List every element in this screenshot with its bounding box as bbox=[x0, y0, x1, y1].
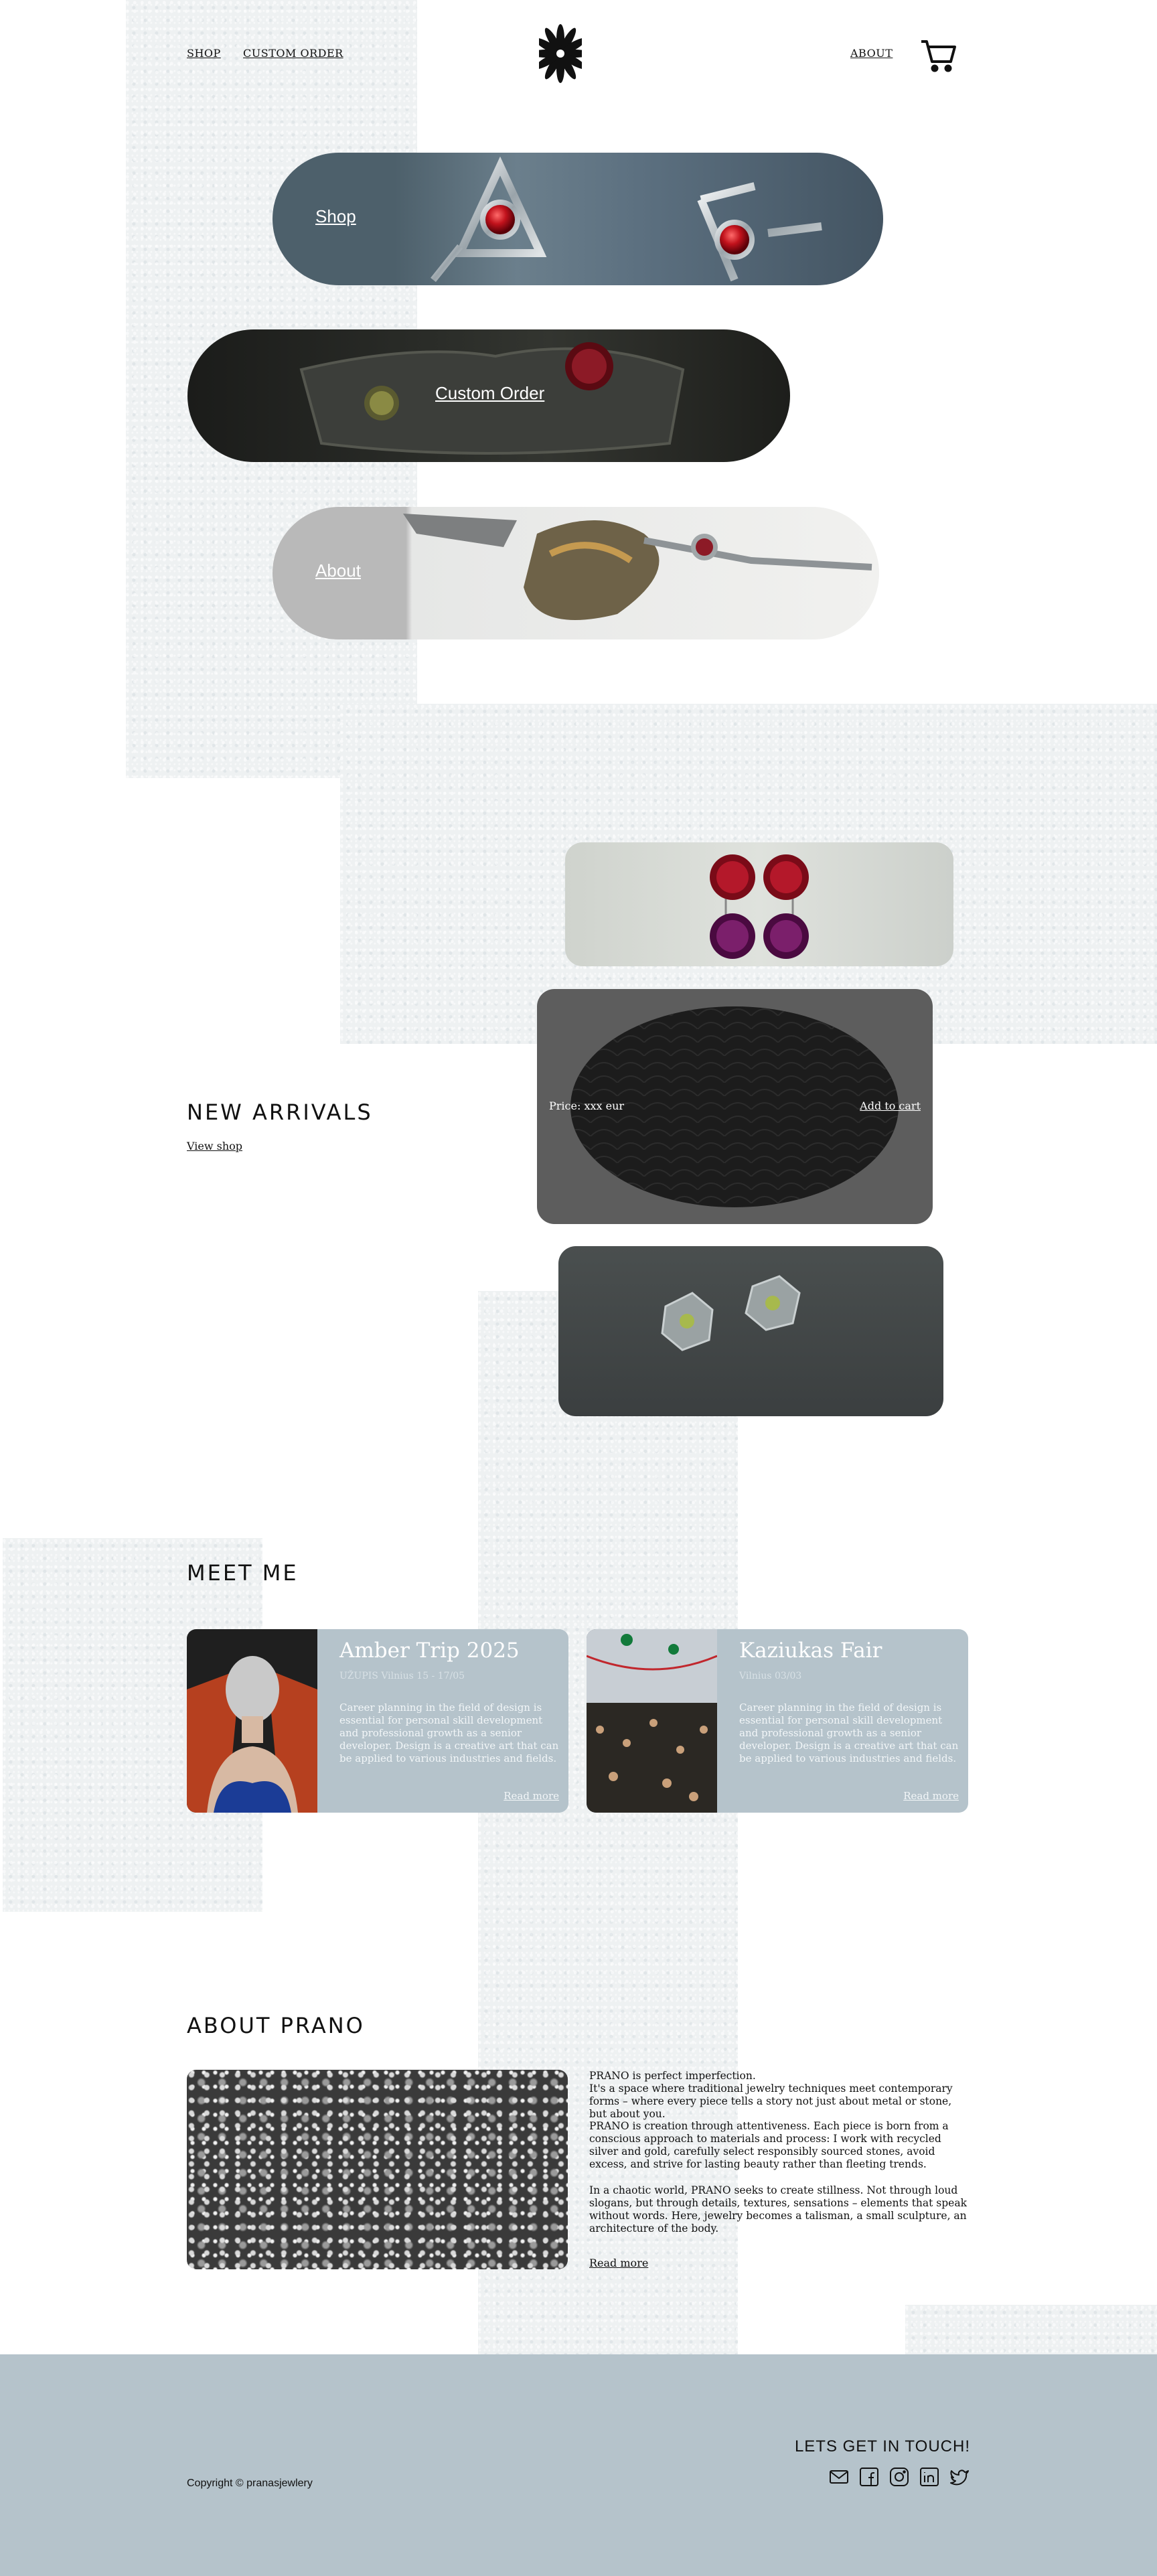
contact-heading: LETS GET IN TOUCH! bbox=[794, 2437, 970, 2455]
twitter-icon[interactable] bbox=[949, 2467, 970, 2487]
product-price: Price: xxx eur bbox=[549, 1100, 625, 1112]
about-read-more[interactable]: Read more bbox=[589, 2257, 648, 2269]
event-image bbox=[587, 1629, 718, 1813]
hero-shop-pill[interactable]: Shop bbox=[273, 153, 883, 285]
earring-image bbox=[431, 156, 822, 283]
linkedin-icon[interactable] bbox=[919, 2467, 939, 2487]
cart-icon[interactable] bbox=[920, 39, 957, 72]
event-read-more[interactable]: Read more bbox=[504, 1790, 559, 1802]
event-subtitle: Vilnius 03/03 bbox=[739, 1671, 802, 1681]
event-card-kaziukas-fair[interactable]: Kaziukas Fair Vilnius 03/03 Career plann… bbox=[587, 1629, 968, 1813]
hero-about-pill[interactable]: About bbox=[273, 507, 879, 639]
about-paragraph-1b: It's a space where traditional jewelry t… bbox=[589, 2082, 953, 2120]
event-title: Kaziukas Fair bbox=[739, 1639, 882, 1663]
nav-custom-order[interactable]: CUSTOM ORDER bbox=[243, 47, 343, 60]
add-to-cart-link[interactable]: Add to cart bbox=[860, 1100, 921, 1112]
facebook-icon[interactable] bbox=[859, 2467, 879, 2487]
about-paragraph-3: In a chaotic world, PRANO seeks to creat… bbox=[589, 2184, 967, 2234]
nav-about[interactable]: ABOUT bbox=[850, 47, 893, 60]
product-card-earrings-red[interactable] bbox=[565, 842, 953, 966]
event-subtitle: UŽUPIS Vilnius 15 - 17/05 bbox=[339, 1671, 465, 1681]
hero-shop-label[interactable]: Shop bbox=[315, 206, 356, 227]
brooch-image bbox=[403, 514, 872, 620]
meet-me-title: MEET ME bbox=[187, 1560, 299, 1586]
about-title: ABOUT PRANO bbox=[187, 2013, 365, 2038]
about-image bbox=[187, 2070, 568, 2269]
product-image bbox=[661, 1275, 801, 1351]
view-shop-link[interactable]: View shop bbox=[187, 1140, 242, 1152]
bg-texture-5 bbox=[905, 2305, 1157, 2354]
product-card-star-earrings[interactable] bbox=[558, 1246, 943, 1416]
instagram-icon[interactable] bbox=[889, 2467, 909, 2487]
event-image bbox=[187, 1629, 317, 1813]
event-card-amber-trip[interactable]: Amber Trip 2025 UŽUPIS Vilnius 15 - 17/0… bbox=[187, 1629, 568, 1813]
nav-shop[interactable]: SHOP bbox=[187, 47, 221, 60]
hero-custom-order-label[interactable]: Custom Order bbox=[435, 383, 544, 404]
event-read-more[interactable]: Read more bbox=[903, 1790, 959, 1802]
copyright: Copyright © pranasjewlery bbox=[187, 2478, 313, 2489]
event-title: Amber Trip 2025 bbox=[339, 1639, 520, 1663]
hero-custom-order-pill[interactable]: Custom Order bbox=[187, 329, 790, 462]
footer bbox=[0, 2354, 1157, 2576]
new-arrivals-title: NEW ARRIVALS bbox=[187, 1100, 373, 1125]
about-paragraph-1a: PRANO is perfect imperfection. bbox=[589, 2070, 756, 2082]
product-image bbox=[710, 854, 809, 959]
mail-icon[interactable] bbox=[829, 2467, 849, 2487]
about-paragraph-2: PRANO is creation through attentiveness.… bbox=[589, 2120, 949, 2170]
flower-logo-icon[interactable] bbox=[531, 23, 590, 84]
hero-about-label[interactable]: About bbox=[315, 560, 361, 581]
event-text: Career planning in the field of design i… bbox=[339, 1701, 559, 1764]
event-text: Career planning in the field of design i… bbox=[739, 1701, 959, 1764]
product-card-black-brooch[interactable]: Price: xxx eur Add to cart bbox=[537, 989, 933, 1224]
